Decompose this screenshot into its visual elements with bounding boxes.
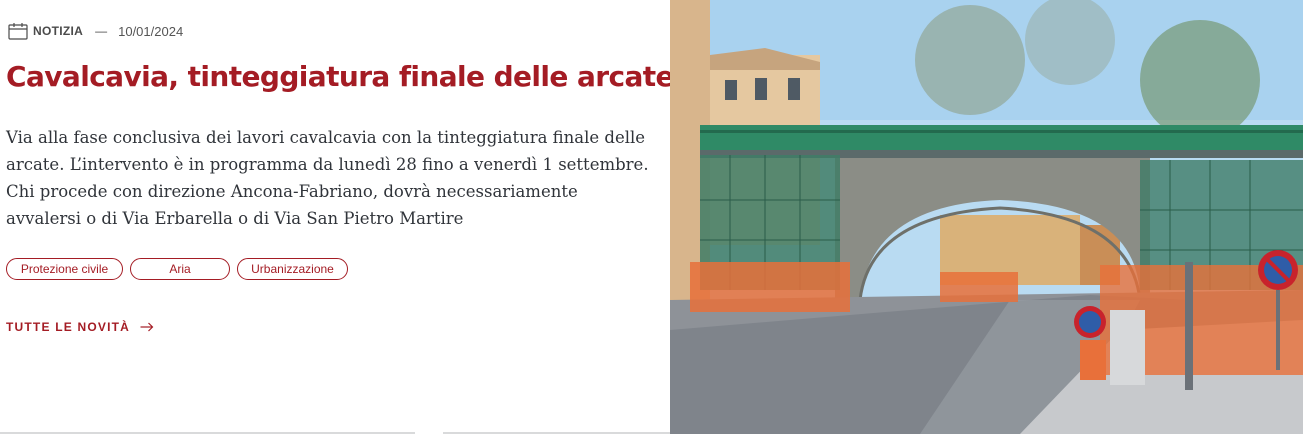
news-card: NOTIZIA — 10/01/2024 Cavalcavia, tintegg… [0,0,1303,434]
arrow-right-icon [140,322,154,332]
news-photo[interactable] [670,0,1303,434]
meta-separator: — [95,24,108,38]
all-news-label: TUTTE LE NOVITÀ [6,320,130,334]
news-category: NOTIZIA [33,24,84,38]
news-text-column: NOTIZIA — 10/01/2024 Cavalcavia, tintegg… [0,0,675,434]
tag-urbanizzazione[interactable]: Urbanizzazione [237,258,348,280]
news-meta: NOTIZIA — 10/01/2024 [8,22,183,40]
overpass-photo [670,0,1303,434]
calendar-icon [8,23,28,40]
tag-aria[interactable]: Aria [130,258,230,280]
news-description: Via alla fase conclusiva dei lavori cava… [6,128,649,228]
tag-protezione-civile[interactable]: Protezione civile [6,258,123,280]
news-date: 10/01/2024 [118,23,184,39]
all-news-link[interactable]: TUTTE LE NOVITÀ [6,320,154,334]
news-title[interactable]: Cavalcavia, tinteggiatura finale delle a… [6,60,675,93]
